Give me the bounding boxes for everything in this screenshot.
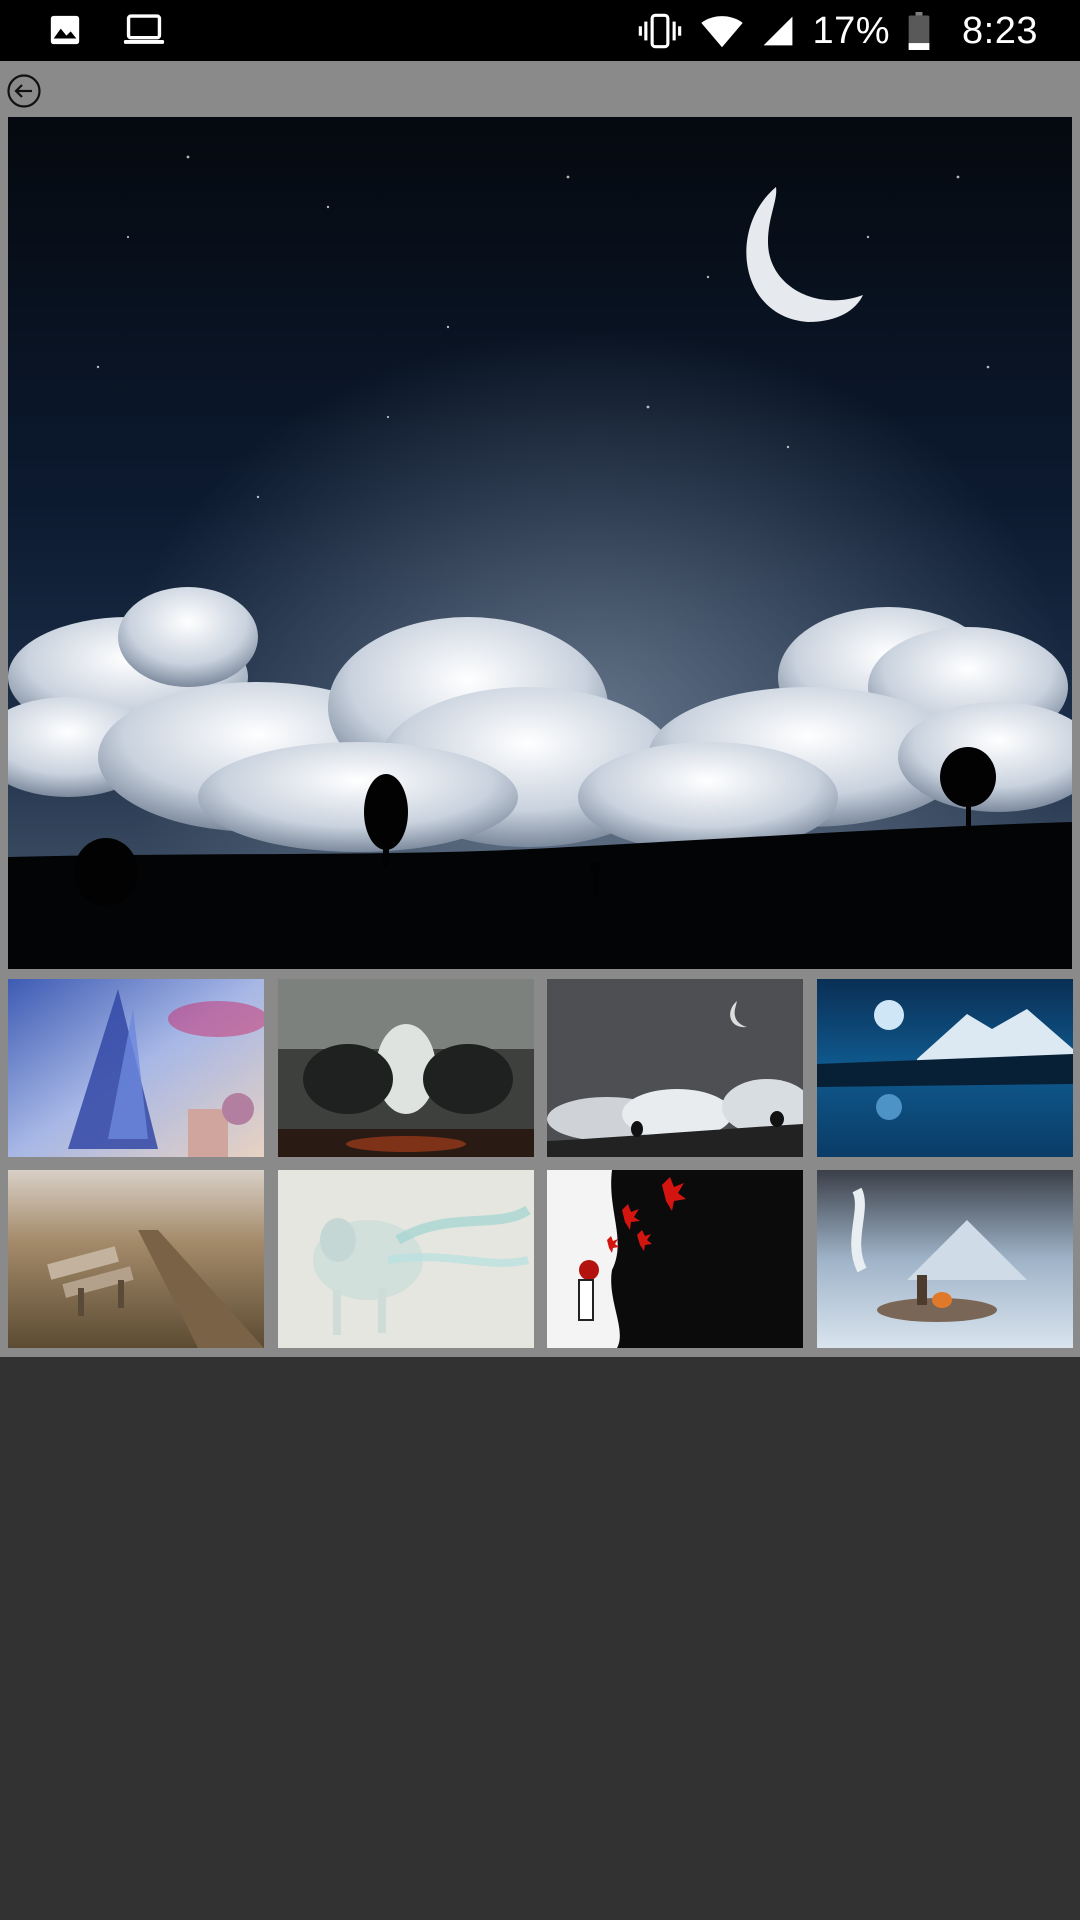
wallpaper-gallery xyxy=(0,117,1080,1357)
night-sky-image xyxy=(8,117,1072,969)
thumbnail-spirit-wolf[interactable] xyxy=(278,1170,534,1348)
thumbnail-snowy-campfire[interactable] xyxy=(817,1170,1073,1348)
main-preview-image[interactable] xyxy=(8,117,1072,969)
toolbar xyxy=(0,61,1080,117)
back-button[interactable] xyxy=(6,73,42,109)
battery-icon xyxy=(908,12,930,50)
thumbnail-dark-beasts[interactable] xyxy=(278,979,534,1157)
image-icon xyxy=(50,15,80,45)
clock: 8:23 xyxy=(962,9,1038,52)
wifi-icon xyxy=(701,16,744,48)
battery-percent: 17% xyxy=(812,9,891,52)
thumbnail-blue-moon-lake[interactable] xyxy=(817,979,1073,1157)
thumbnail-autumn-bench[interactable] xyxy=(8,1170,264,1348)
laptop-icon xyxy=(123,14,165,44)
signal-icon xyxy=(764,16,793,46)
system-status: 17% 8:23 xyxy=(638,6,1038,56)
vibrate-icon xyxy=(639,13,682,49)
thumbnail-fantasy-castle[interactable] xyxy=(8,979,264,1157)
thumbnail-night-clouds[interactable] xyxy=(547,979,803,1157)
thumbnail-red-butterflies[interactable] xyxy=(547,1170,803,1348)
notification-icons xyxy=(48,13,166,47)
status-bar: 17% 8:23 xyxy=(0,0,1080,61)
back-arrow-icon xyxy=(7,74,41,108)
